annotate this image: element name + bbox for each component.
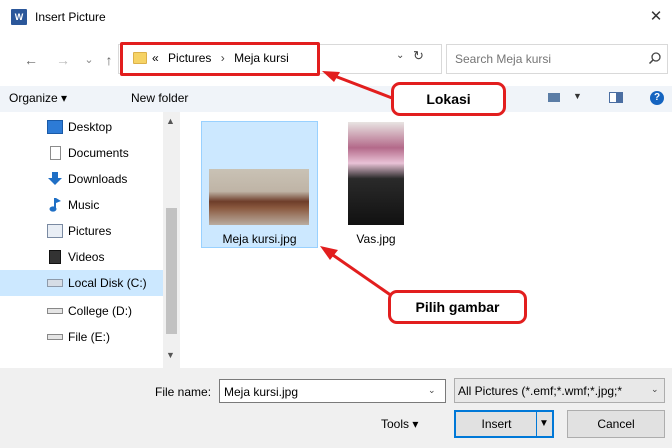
- sidebar-item-desktop[interactable]: Desktop: [0, 114, 163, 140]
- sidebar-item-label: Downloads: [68, 172, 128, 186]
- sidebar-item-label: Videos: [68, 250, 105, 264]
- up-icon[interactable]: ↑: [100, 51, 118, 69]
- address-highlight-annotation: [120, 42, 320, 76]
- sidebar-item-downloads[interactable]: Downloads: [0, 166, 163, 192]
- sidebar-item-label: Documents: [68, 146, 129, 160]
- recent-locations-icon[interactable]: ⌄: [80, 51, 98, 69]
- search-input[interactable]: [455, 50, 645, 68]
- sidebar-item-label: College (D:): [68, 304, 133, 318]
- search-icon[interactable]: [648, 51, 662, 65]
- word-app-icon: W: [11, 9, 27, 25]
- sidebar-item-label: Desktop: [68, 120, 113, 134]
- sidebar-item-label: Pictures: [68, 224, 112, 238]
- documents-icon: [50, 146, 61, 160]
- sidebar-item-pictures[interactable]: Pictures: [0, 218, 163, 244]
- command-bar: [0, 86, 672, 112]
- preview-pane-icon[interactable]: [609, 92, 623, 103]
- address-dropdown-icon[interactable]: ⌄: [396, 50, 404, 61]
- sidebar-item-music[interactable]: Music: [0, 192, 163, 218]
- thumbnail-vas[interactable]: [348, 122, 404, 225]
- file-name-label: File name:: [155, 385, 212, 399]
- sidebar-item-label: Local Disk (C:): [68, 276, 147, 290]
- organize-button[interactable]: Organize ▾: [9, 90, 67, 106]
- change-view-icon[interactable]: [548, 93, 560, 102]
- callout-lokasi: Lokasi: [391, 82, 506, 116]
- thumbnail-meja-kursi[interactable]: [209, 169, 309, 225]
- file-name-dropdown-icon[interactable]: ⌄: [428, 385, 436, 396]
- refresh-icon[interactable]: ↻: [413, 48, 424, 64]
- navigation-pane: Desktop Documents Downloads Music Pictur…: [0, 112, 180, 368]
- sidebar-item-label: Music: [68, 198, 100, 212]
- sidebar-item-videos[interactable]: Videos: [0, 244, 163, 270]
- drive-icon: [47, 308, 63, 314]
- scroll-up-icon[interactable]: ▲: [166, 116, 175, 126]
- insert-options-dropdown-icon[interactable]: ▼: [539, 418, 549, 429]
- sidebar-item-college-d[interactable]: College (D:): [0, 298, 163, 324]
- insert-button-label[interactable]: Insert: [458, 416, 535, 432]
- local-disk-icon: [47, 279, 63, 287]
- file-name-value[interactable]: Meja kursi.jpg: [224, 384, 298, 400]
- drive-icon: [47, 334, 63, 340]
- music-icon: [49, 198, 61, 212]
- window-title: Insert Picture: [35, 10, 106, 24]
- back-icon[interactable]: ←: [22, 51, 40, 69]
- sidebar-item-file-e[interactable]: File (E:): [0, 324, 163, 350]
- file-type-value[interactable]: All Pictures (*.emf;*.wmf;*.jpg;*: [458, 383, 648, 399]
- forward-icon[interactable]: →: [54, 51, 72, 69]
- sidebar-scroll-thumb[interactable]: [166, 208, 177, 334]
- file-type-dropdown-icon[interactable]: ⌄: [651, 384, 659, 395]
- sidebar-item-documents[interactable]: Documents: [0, 140, 163, 166]
- new-folder-button[interactable]: New folder: [131, 90, 188, 106]
- close-button[interactable]: ✕: [644, 6, 668, 28]
- cancel-button[interactable]: Cancel: [567, 410, 665, 438]
- pictures-icon: [47, 224, 63, 238]
- file-name-label[interactable]: Meja kursi.jpg: [201, 231, 318, 247]
- downloads-icon: [48, 172, 62, 185]
- help-icon[interactable]: ?: [650, 91, 664, 105]
- tools-button[interactable]: Tools ▾: [381, 416, 418, 432]
- scroll-down-icon[interactable]: ▼: [166, 350, 175, 360]
- callout-pilih-gambar: Pilih gambar: [388, 290, 527, 324]
- sidebar-item-local-disk-c[interactable]: Local Disk (C:): [0, 270, 163, 296]
- view-options-dropdown-icon[interactable]: ▼: [573, 91, 582, 101]
- videos-icon: [49, 250, 61, 264]
- sidebar-item-label: File (E:): [68, 330, 110, 344]
- desktop-icon: [47, 120, 63, 134]
- file-name-label[interactable]: Vas.jpg: [340, 231, 412, 247]
